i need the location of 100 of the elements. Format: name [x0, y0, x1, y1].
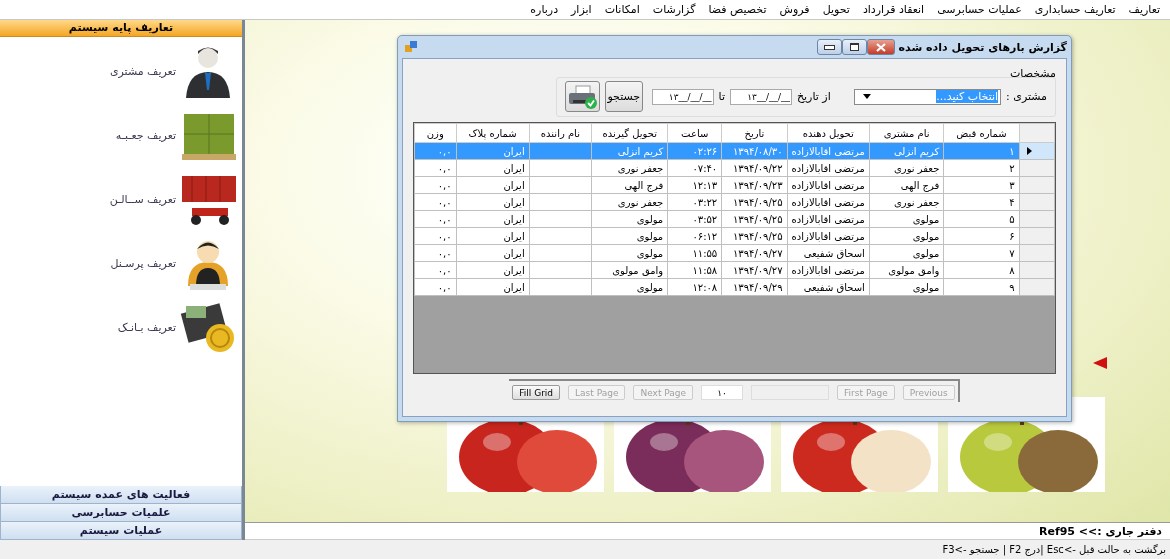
table-cell: ۰۷:۴۰ [667, 159, 722, 177]
table-cell [529, 261, 592, 279]
table-cell: ۶ [943, 227, 1020, 245]
table-cell: جعفر نوری [869, 159, 944, 177]
column-header[interactable]: شماره قبض [943, 123, 1020, 143]
menu-item[interactable]: فروش [779, 3, 810, 16]
table-cell: ۹ [943, 278, 1020, 296]
table-cell [529, 159, 592, 177]
table-cell: مرتضی اقابالازاده [787, 210, 870, 228]
pager-button[interactable]: Fill Grid [512, 385, 561, 400]
table-cell: فرج الهی [591, 176, 668, 194]
table-cell [529, 210, 592, 228]
table-cell: ۱۳۹۴/۰۹/۲۳ [721, 176, 788, 194]
table-cell: ایران [456, 261, 530, 279]
table-cell [529, 176, 592, 194]
table-cell: مولوی [591, 244, 668, 262]
table-cell: جعفر نوری [869, 193, 944, 211]
table-cell: وامق مولوی [591, 261, 668, 279]
date-field[interactable]: ۱۳__/__/__ [729, 88, 792, 105]
table-cell [529, 193, 592, 211]
table-cell: ۸ [943, 261, 1020, 279]
table-cell: ایران [456, 227, 530, 245]
table-cell: ۰۶:۱۲ [667, 227, 722, 245]
table-cell: مرتضی اقابالازاده [787, 193, 870, 211]
menu-item[interactable]: درباره [530, 3, 559, 16]
sidebar-section[interactable]: علمیات حسابرسی [0, 504, 242, 522]
table-cell [529, 244, 592, 262]
table-row[interactable]: ۵ مولوی مرتضی اقابالازاده ۱۳۹۴/۰۹/۲۵ ۰۳:۵۲ مولوی ایران ۰,۰ [414, 210, 1055, 228]
sidebar-section[interactable]: عملیات سیستم [0, 522, 242, 540]
sidebar-item[interactable]: تعریف بـانـک [0, 295, 242, 359]
table-cell: ایران [456, 244, 530, 262]
shortcut-hint: برگشت به حالت قبل ->Esc |درج F2 | جستجو ->F3 [0, 540, 1170, 559]
column-header[interactable]: شماره پلاک [456, 123, 530, 143]
sidebar-section[interactable]: فعالیت های عمده سیستم [0, 486, 242, 504]
column-header[interactable]: تحویل دهنده [787, 123, 870, 143]
table-cell: ۱۳۹۴/۰۹/۲۵ [721, 193, 788, 211]
menu-item[interactable]: تحویل [822, 3, 850, 16]
close-button[interactable] [866, 39, 895, 55]
column-header[interactable]: وزن [414, 123, 457, 143]
column-header[interactable]: نام راننده [529, 123, 592, 143]
menu-item[interactable]: تعاریف [1128, 3, 1160, 16]
menu-item[interactable]: تعاریف حسابداری [1034, 3, 1116, 16]
table-row[interactable]: ۸ وامق مولوی مرتضی اقابالازاده ۱۳۹۴/۰۹/۲۷ ۱۱:۵۸ وامق مولوی ایران ۰,۰ [414, 261, 1055, 279]
page-field[interactable]: ۱۰ [701, 385, 744, 400]
triangle-icon [1093, 357, 1107, 369]
date-field[interactable]: ۱۳__/__/__ [651, 88, 714, 105]
table-cell: ۱۳۹۴/۰۹/۲۵ [721, 210, 788, 228]
table-row[interactable]: ۳ فرج الهی مرتضی اقابالازاده ۱۳۹۴/۰۹/۲۳ ۱۲:۱۳ فرج الهی ایران ۰,۰ [414, 176, 1055, 194]
sidebar-item[interactable]: تعریف ســالـن [0, 167, 242, 231]
table-cell: ۴ [943, 193, 1020, 211]
table-cell: ایران [456, 210, 530, 228]
table-row[interactable]: ۴ جعفر نوری مرتضی اقابالازاده ۱۳۹۴/۰۹/۲۵ ۰۳:۲۲ جعفر نوری ایران ۰,۰ [414, 193, 1055, 211]
maximize-button[interactable] [841, 39, 867, 55]
menu-item[interactable]: تخصیص فضا [708, 3, 767, 16]
table-cell [529, 227, 592, 245]
caret-icon [862, 94, 871, 99]
column-header[interactable]: نام مشتری [869, 123, 944, 143]
table-cell: ۷ [943, 244, 1020, 262]
sidebar-item[interactable]: تعریف مشتری [0, 39, 242, 103]
table-cell: ۵ [943, 210, 1020, 228]
table-cell: ۱۳۹۴/۰۹/۲۲ [721, 159, 788, 177]
menu-item[interactable]: گزارشات [652, 3, 696, 16]
table-cell: ۰,۰ [414, 176, 457, 194]
table-cell: ۲ [943, 159, 1020, 177]
table-cell: ۱۳۹۴/۰۹/۲۷ [721, 244, 788, 262]
column-header[interactable]: تاریخ [721, 123, 788, 143]
table-cell: ۱۳۹۴/۰۹/۲۵ [721, 227, 788, 245]
table-cell: ۰۳:۵۲ [667, 210, 722, 228]
minimize-button[interactable] [816, 39, 842, 55]
menu-item[interactable]: ابزار [571, 3, 592, 16]
table-cell: ۱۱:۵۸ [667, 261, 722, 279]
table-row[interactable]: ۷ مولوی اسحاق شفیعی ۱۳۹۴/۰۹/۲۷ ۱۱:۵۵ مولوی ایران ۰,۰ [414, 244, 1055, 262]
table-cell: مولوی [869, 227, 944, 245]
table-cell: مولوی [591, 210, 668, 228]
menu-item[interactable]: انعقاد قرارداد [862, 3, 925, 16]
menu-item[interactable]: امکانات [604, 3, 640, 16]
sidebar-item[interactable]: تعریف پرسـنل [0, 231, 242, 295]
table-cell: مرتضی اقابالازاده [787, 176, 870, 194]
table-cell: ۰,۰ [414, 278, 457, 296]
sidebar-header[interactable]: تعاریف پایه سیستم [0, 20, 242, 37]
menu-item[interactable]: عملیات حسابرسی [937, 3, 1022, 16]
table-row[interactable]: ۹ مولوی اسحاق شفیعی ۱۳۹۴/۰۹/۲۹ ۱۲:۰۸ مولوی ایران ۰,۰ [414, 278, 1055, 296]
search-button[interactable]: جستجو [605, 81, 643, 112]
table-cell: اسحاق شفیعی [787, 244, 870, 262]
group-label: مشخصات [1009, 66, 1056, 80]
table-row[interactable]: ۶ مولوی مرتضی اقابالازاده ۱۳۹۴/۰۹/۲۵ ۰۶:۱۲ مولوی ایران ۰,۰ [414, 227, 1055, 245]
printer-icon [567, 84, 598, 109]
column-header[interactable]: ساعت [667, 123, 722, 143]
table-cell: وامق مولوی [869, 261, 944, 279]
table-cell: جعفر نوری [591, 193, 668, 211]
field-label: از تاریخ [796, 90, 831, 103]
column-header[interactable]: تحویل گیرنده [591, 123, 668, 143]
table-cell: ۰,۰ [414, 244, 457, 262]
app-icon [405, 41, 417, 53]
table-cell: ۱۳۹۴/۰۹/۲۷ [721, 261, 788, 279]
sidebar-item[interactable]: تعریف جعـبـه [0, 103, 242, 167]
field-label: تا [718, 90, 725, 103]
table-row[interactable]: ۲ جعفر نوری مرتضی اقابالازاده ۱۳۹۴/۰۹/۲۲ ۰۷:۴۰ جعفر نوری ایران ۰,۰ [414, 159, 1055, 177]
table-cell: ۳ [943, 176, 1020, 194]
print-button[interactable] [565, 81, 600, 112]
